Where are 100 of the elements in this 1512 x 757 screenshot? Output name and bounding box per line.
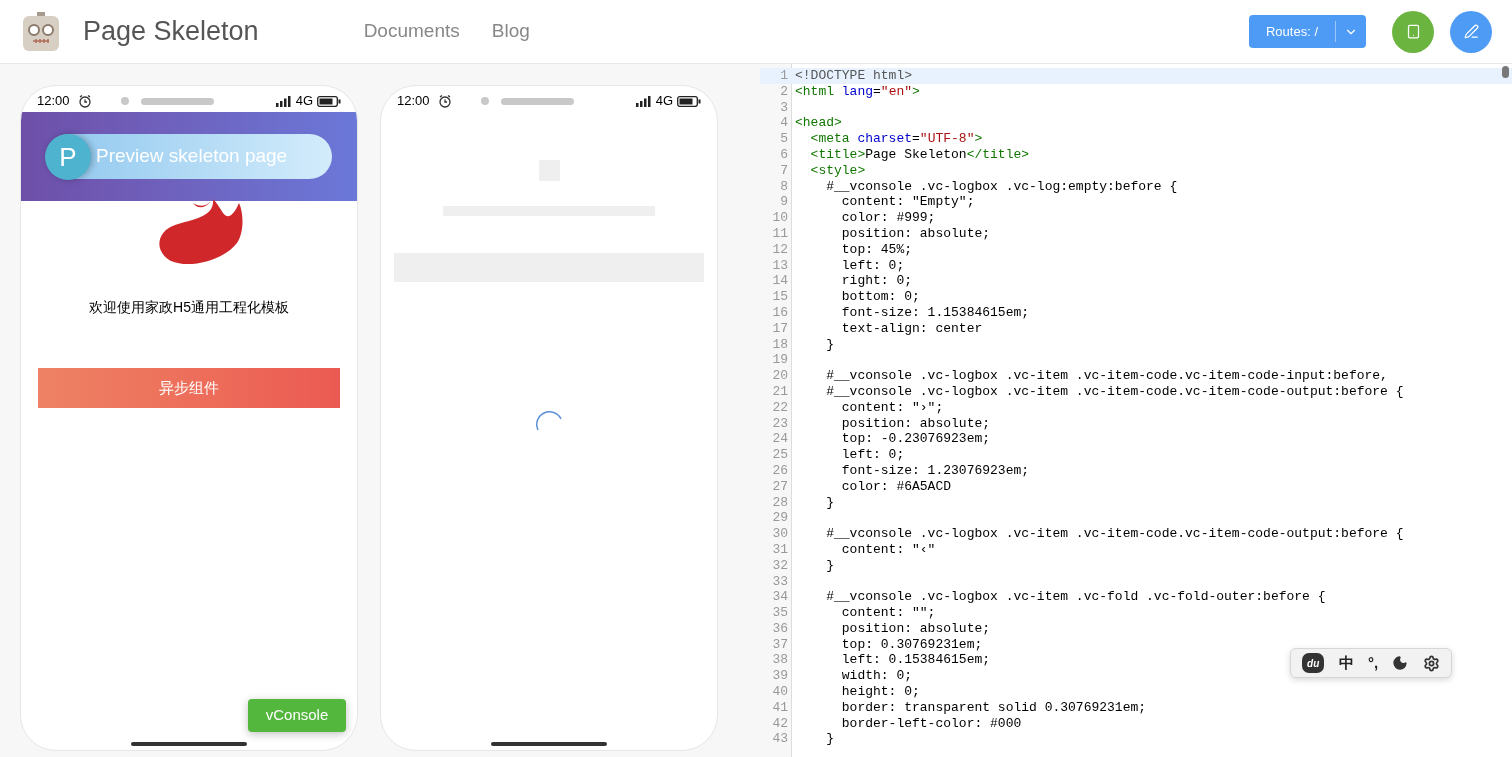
code-line: content: "‹" [840,541,936,558]
line-number: 39 [771,668,788,685]
code-line: #__vconsole .vc-logbox .vc-log:empty:before { [825,178,1178,195]
line-number: 24 [771,431,788,448]
line-number: 38 [771,652,788,669]
line-number: 21 [771,383,788,400]
code-line: font-size: 1.23076923em; [840,462,1030,479]
code-line: <head> [795,115,842,132]
line-number: 5 [779,131,788,147]
code-line: #__vconsole .vc-logbox .vc-item .vc-item-code.vc-item-code-output:before { [825,526,1404,542]
code-line: } [825,557,834,574]
line-number: 27 [771,478,788,495]
alarm-icon [77,94,92,108]
app-title: Page Skeleton [83,15,259,49]
async-component-button[interactable]: 异步组件 [38,368,340,408]
code-line: content: "›"; [840,399,944,416]
line-number: 43 [771,731,788,748]
line-number: 14 [771,273,788,290]
battery-icon [677,95,701,107]
code-line: font-size: 1.15384615em; [840,304,1030,321]
line-number: 11 [771,225,788,242]
line-number: 18 [771,336,788,353]
code-line: width: 0; [840,668,913,685]
line-number: 2 [779,83,788,100]
line-number: 16 [771,304,788,321]
ime-toggle[interactable]: 中 [1338,651,1354,675]
code-line: <style> [809,162,866,179]
line-number: 35 [771,605,788,621]
device-button[interactable] [1392,10,1434,53]
welcome-text: 欢迎使用家政H5通用工程化模板 [88,298,290,317]
network-label: 4G [295,92,313,111]
line-number: 1 [779,68,788,84]
line-number: 26 [771,462,788,479]
ime-toggle[interactable]: °, [1367,651,1379,675]
line-number: 42 [771,715,788,732]
code-line: left: 0; [840,447,905,463]
code-line: } [825,494,834,511]
signal-icon [635,95,652,107]
line-number: 17 [771,320,788,337]
nav-link[interactable]: Documents [363,17,460,46]
nav-link[interactable]: Blog [491,17,530,46]
status-time: 12:00 [397,92,430,111]
code-line: left: 0.15384615em; [840,652,991,669]
line-number: 30 [771,526,788,542]
pen-icon [1463,24,1479,39]
line-number: 34 [771,589,788,606]
scrollbar-thumb [1502,66,1509,78]
code-line: #__vconsole .vc-logbox .vc-item .vc-fold .vc-fold-outer:before { [825,589,1326,606]
signal-icon [275,95,292,107]
bear-logo-icon[interactable]: du [1302,653,1325,673]
code-line: bottom: 0; [840,289,920,305]
code-line: <title>Page Skeleton</title> [809,147,1030,163]
line-number: 7 [779,162,788,179]
line-number: 22 [771,399,788,416]
line-number: 10 [771,210,788,226]
code-line: right: 0; [840,273,913,290]
line-number: 13 [771,257,788,274]
code-line: #__vconsole .vc-logbox .vc-item .vc-item-code.vc-item-code-input:before, [825,368,1388,384]
line-number: 9 [779,194,788,211]
code-line: border: transparent solid 0.30769231em; [840,699,1147,716]
code-line: top: 0.30769231em; [840,636,983,653]
code-line: text-align: center [840,320,983,337]
routes-select[interactable]: Routes: / [1248,15,1366,48]
line-number: 12 [771,241,788,258]
code-line: top: 45%; [840,241,913,258]
code-line: color: #6A5ACD [840,478,952,495]
line-number: 15 [771,289,788,305]
code-line: position: absolute; [840,620,991,637]
code-line: } [825,731,834,748]
alarm-icon [437,94,452,108]
code-line: left: 0; [840,257,905,274]
settings-icon[interactable] [1422,654,1440,672]
line-number: 41 [771,699,788,716]
line-number: 29 [771,510,788,527]
line-number: 28 [771,494,788,511]
code-line: <meta charset="UTF-8"> [809,131,983,147]
line-number: 19 [771,352,788,369]
robot-logo[interactable] [22,11,60,52]
code-line: content: "Empty"; [840,194,975,211]
code-line: content: ""; [840,605,936,621]
line-number: 3 [779,99,788,116]
code-line: color: #999; [840,210,936,226]
line-number: 31 [771,541,788,558]
code-line: position: absolute; [840,415,991,432]
line-number: 8 [779,178,788,195]
line-number: 25 [771,447,788,463]
line-number: 20 [771,368,788,384]
line-number: 6 [779,147,788,163]
status-time: 12:00 [37,92,70,111]
preview-skeleton-button[interactable]: P Preview skeleton page [46,134,332,179]
line-number: 32 [771,557,788,574]
code-line: } [825,336,834,353]
vconsole-button[interactable]: vConsole [248,699,346,732]
line-number: 33 [771,573,788,590]
moon-icon[interactable] [1392,655,1409,671]
code-line: top: -0.23076923em; [840,431,991,448]
line-number: 23 [771,415,788,432]
code-line: <html lang="en"> [795,83,920,100]
line-number: 37 [771,636,788,653]
edit-button[interactable] [1450,10,1492,53]
